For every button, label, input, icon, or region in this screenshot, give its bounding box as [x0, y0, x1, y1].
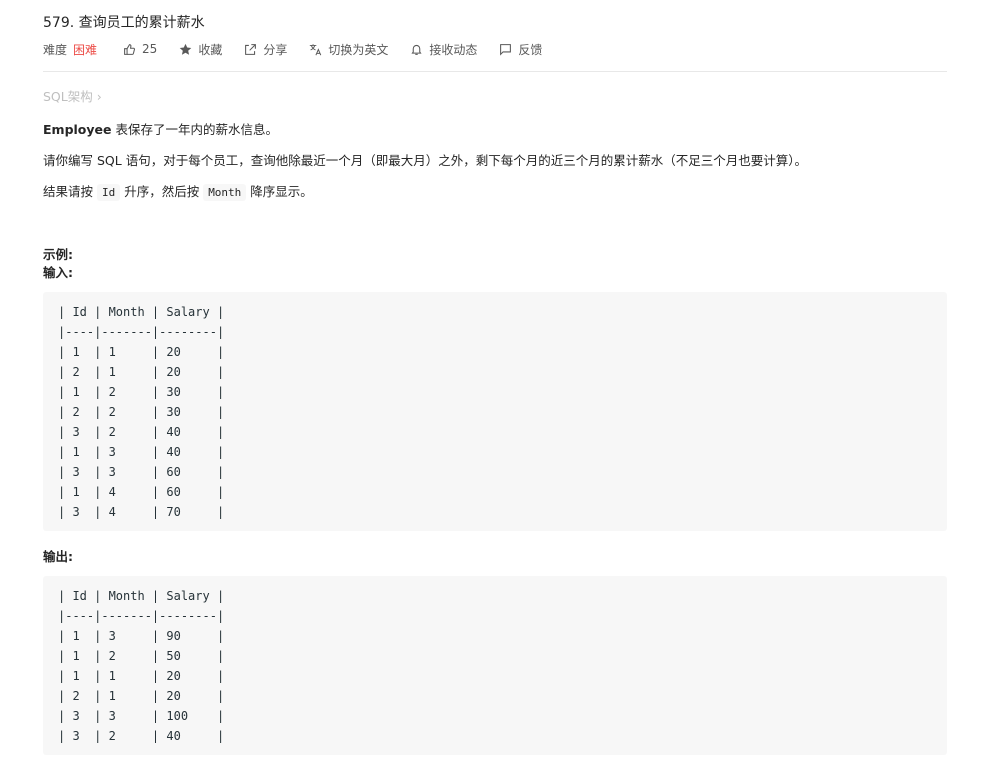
flag-icon — [500, 43, 512, 56]
inline-code-month: Month — [203, 184, 247, 201]
description-text-1: 表保存了一年内的薪水信息。 — [111, 122, 278, 137]
code-line: | Id | Month | Salary | — [58, 305, 225, 319]
feedback-button[interactable]: 反馈 — [499, 41, 542, 58]
bell-icon — [411, 44, 422, 55]
favorite-label: 收藏 — [198, 42, 223, 57]
translate-icon — [310, 43, 322, 55]
description-text-2c: 语句，对于每个员工，查询他除最近一个月（即最大月）之外，剩下每个月的近三个月的累… — [121, 153, 807, 168]
switch-language-button[interactable]: 切换为英文 — [309, 41, 388, 58]
output-label: 输出: — [43, 549, 73, 564]
description-text-3c: 降序显示。 — [246, 184, 313, 199]
description-paragraph-3: 结果请按 Id 升序，然后按 Month 降序显示。 — [43, 181, 313, 201]
share-button[interactable]: 分享 — [244, 41, 287, 58]
code-line: | 1 | 2 | 50 | — [58, 649, 225, 663]
code-line: | 2 | 1 | 20 | — [58, 365, 225, 379]
output-code-block: | Id | Month | Salary | |----|-------|---… — [43, 576, 947, 755]
like-button[interactable]: 25 — [123, 42, 157, 56]
input-table: | Id | Month | Salary | |----|-------|---… — [58, 302, 224, 522]
code-line: | 1 | 4 | 60 | — [58, 485, 225, 499]
share-label: 分享 — [263, 42, 288, 57]
problem-title: 579. 查询员工的累计薪水 — [43, 15, 205, 31]
subscribe-label: 接收动态 — [429, 42, 478, 57]
description-text-2a: 请你编写 — [43, 153, 97, 168]
description-paragraph-2: 请你编写 SQL 语句，对于每个员工，查询他除最近一个月（即最大月）之外，剩下每… — [43, 150, 807, 169]
code-line: | 3 | 2 | 40 | — [58, 425, 225, 439]
subscribe-button[interactable]: 接收动态 — [410, 41, 477, 58]
table-name: Employee — [43, 122, 112, 137]
code-line: | 1 | 1 | 20 | — [58, 669, 225, 683]
input-label: 输入: — [43, 265, 73, 280]
problem-meta-bar: 难度 困难 25 收藏 分享 切换为英文 接收动态 反馈 — [43, 40, 564, 58]
code-line: | 1 | 2 | 30 | — [58, 385, 225, 399]
code-line: | 3 | 3 | 60 | — [58, 465, 225, 479]
code-line: | Id | Month | Salary | — [58, 589, 225, 603]
switch-language-label: 切换为英文 — [328, 42, 389, 57]
code-line: | 3 | 3 | 100 | — [58, 709, 225, 723]
code-line: | 2 | 2 | 30 | — [58, 405, 225, 419]
code-line: |----|-------|--------| — [58, 609, 225, 623]
thumbs-up-icon — [124, 43, 136, 55]
code-line: | 1 | 1 | 20 | — [58, 345, 225, 359]
header-divider — [43, 71, 947, 72]
code-line: | 3 | 2 | 40 | — [58, 729, 225, 743]
description-text-3a: 结果请按 — [43, 184, 97, 199]
code-line: | 1 | 3 | 90 | — [58, 629, 225, 643]
description-text-2b: SQL — [96, 153, 122, 168]
difficulty-label: 难度 — [43, 42, 68, 57]
inline-code-id: Id — [96, 184, 121, 201]
code-line: | 3 | 4 | 70 | — [58, 505, 225, 519]
input-code-block: | Id | Month | Salary | |----|-------|---… — [43, 292, 947, 531]
sql-schema-link[interactable]: SQL架构 › — [43, 86, 102, 105]
example-label: 示例: — [43, 247, 73, 262]
description-paragraph-1: Employee 表保存了一年内的薪水信息。 — [43, 119, 278, 138]
difficulty-value: 困难 — [73, 42, 98, 57]
code-line: |----|-------|--------| — [58, 325, 225, 339]
like-count: 25 — [142, 42, 158, 56]
code-line: | 2 | 1 | 20 | — [58, 689, 225, 703]
favorite-button[interactable]: 收藏 — [179, 41, 222, 58]
output-table: | Id | Month | Salary | |----|-------|---… — [58, 586, 224, 746]
feedback-label: 反馈 — [518, 42, 543, 57]
share-icon — [245, 43, 257, 55]
description-text-3b: 升序，然后按 — [120, 184, 204, 199]
star-icon — [180, 43, 192, 55]
code-line: | 1 | 3 | 40 | — [58, 445, 225, 459]
